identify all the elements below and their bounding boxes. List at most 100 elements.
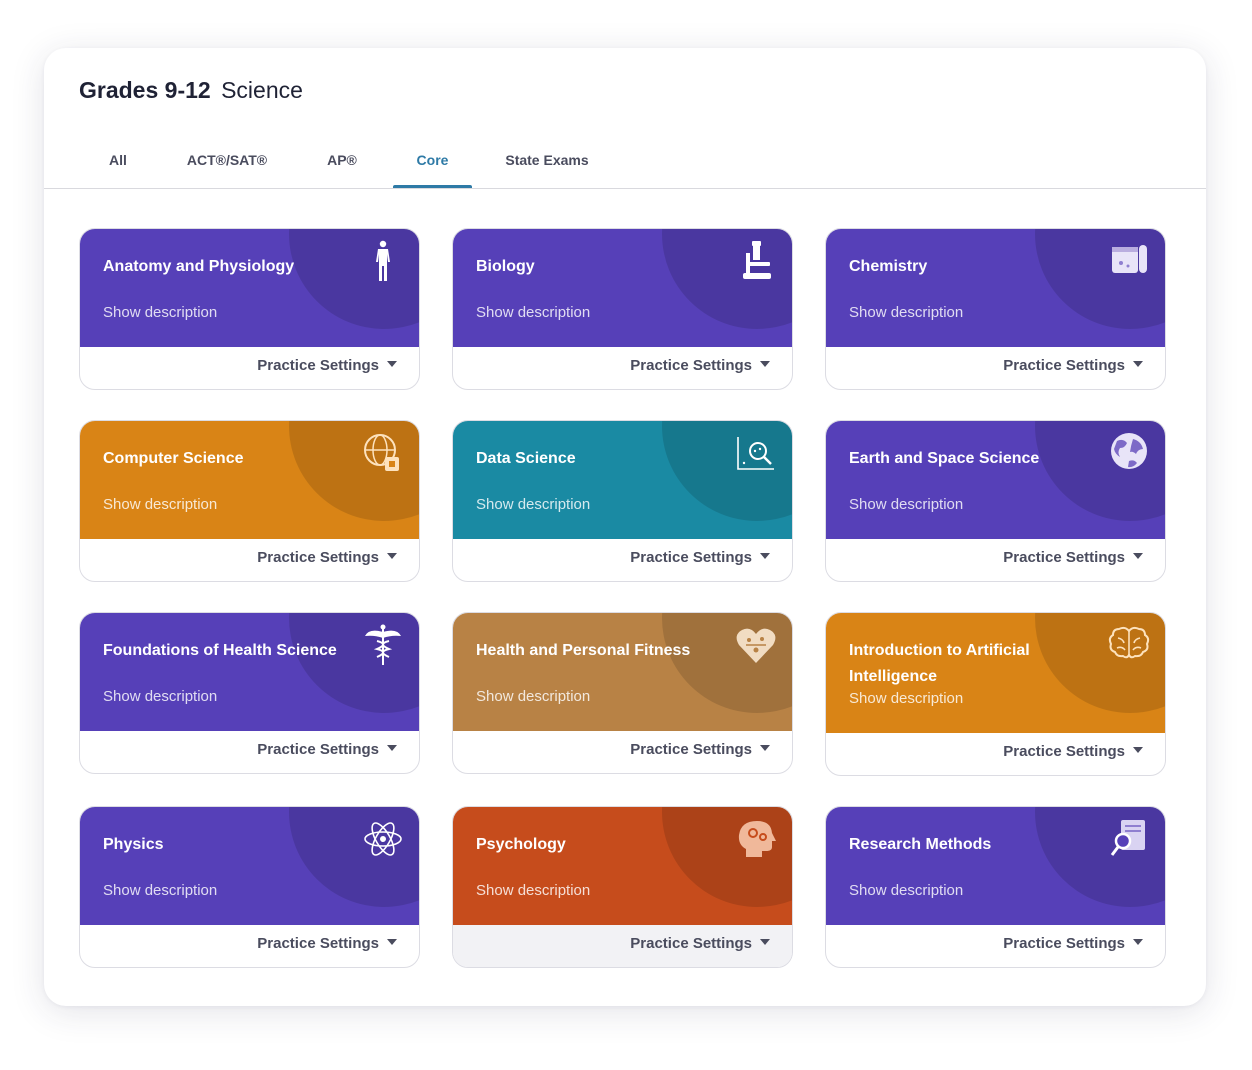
show-description-link[interactable]: Show description [849, 304, 963, 321]
course-card-health-science[interactable]: Foundations of Health Science Show descr… [79, 612, 420, 774]
practice-settings-label: Practice Settings [1003, 935, 1125, 952]
course-card-chemistry[interactable]: Chemistry Show description Practice Sett… [825, 228, 1166, 390]
card-header: Computer Science Show description [80, 421, 419, 539]
caret-down-icon [387, 553, 397, 560]
graph-magnifier-icon [737, 437, 774, 470]
practice-settings-dropdown[interactable]: Practice Settings [630, 357, 770, 374]
caret-down-icon [1133, 939, 1143, 946]
practice-settings-label: Practice Settings [630, 741, 752, 758]
show-description-link[interactable]: Show description [849, 690, 963, 707]
practice-settings-label: Practice Settings [257, 357, 379, 374]
caret-down-icon [387, 939, 397, 946]
course-card-biology[interactable]: Biology Show description Practice Settin… [452, 228, 793, 390]
practice-settings-dropdown[interactable]: Practice Settings [257, 549, 397, 566]
practice-settings-label: Practice Settings [1003, 549, 1125, 566]
caret-down-icon [760, 361, 770, 368]
show-description-link[interactable]: Show description [476, 304, 590, 321]
tab-ap[interactable]: AP® [314, 140, 370, 187]
globe-chip-icon [364, 434, 399, 471]
course-card-research-methods[interactable]: Research Methods Show description Practi… [825, 806, 1166, 968]
course-card-ai[interactable]: Introduction to Artificial Intelligence … [825, 612, 1166, 776]
card-footer: Practice Settings [453, 925, 792, 967]
head-gears-icon [738, 821, 776, 857]
practice-settings-label: Practice Settings [257, 549, 379, 566]
caduceus-icon [365, 624, 401, 665]
tab-act-sat[interactable]: ACT®/SAT® [174, 140, 280, 187]
practice-settings-dropdown[interactable]: Practice Settings [257, 935, 397, 952]
earth-icon [1111, 433, 1147, 469]
show-description-link[interactable]: Show description [103, 304, 217, 321]
card-title: Health and Personal Fitness [476, 642, 691, 659]
course-card-earth-space[interactable]: Earth and Space Science Show description… [825, 420, 1166, 582]
practice-settings-dropdown[interactable]: Practice Settings [1003, 357, 1143, 374]
practice-settings-dropdown[interactable]: Practice Settings [257, 741, 397, 758]
card-header: Earth and Space Science Show description [826, 421, 1165, 539]
course-card-computer-science[interactable]: Computer Science Show description Practi… [79, 420, 420, 582]
caret-down-icon [760, 553, 770, 560]
card-header: Foundations of Health Science Show descr… [80, 613, 419, 731]
caret-down-icon [1133, 553, 1143, 560]
card-footer: Practice Settings [80, 925, 419, 967]
practice-settings-dropdown[interactable]: Practice Settings [1003, 935, 1143, 952]
caret-down-icon [387, 361, 397, 368]
tab-state-exams[interactable]: State Exams [496, 140, 598, 187]
card-footer: Practice Settings [453, 347, 792, 389]
card-footer: Practice Settings [826, 539, 1165, 581]
practice-settings-dropdown[interactable]: Practice Settings [630, 549, 770, 566]
show-description-link[interactable]: Show description [476, 688, 590, 705]
show-description-link[interactable]: Show description [103, 496, 217, 513]
card-header: Introduction to Artificial Intelligence … [826, 613, 1165, 733]
card-footer: Practice Settings [453, 731, 792, 773]
card-header: Research Methods Show description [826, 807, 1165, 925]
course-card-health-fitness[interactable]: Health and Personal Fitness Show descrip… [452, 612, 793, 774]
show-description-link[interactable]: Show description [103, 882, 217, 899]
practice-settings-label: Practice Settings [630, 357, 752, 374]
practice-settings-dropdown[interactable]: Practice Settings [1003, 743, 1143, 760]
card-header: Data Science Show description [453, 421, 792, 539]
card-header: Chemistry Show description [826, 229, 1165, 347]
show-description-link[interactable]: Show description [849, 496, 963, 513]
practice-settings-label: Practice Settings [1003, 743, 1125, 760]
card-footer: Practice Settings [826, 925, 1165, 967]
practice-settings-dropdown[interactable]: Practice Settings [630, 741, 770, 758]
subject-panel: Grades 9-12 Science All ACT®/SAT® AP® Co… [44, 48, 1206, 1006]
practice-settings-dropdown[interactable]: Practice Settings [630, 935, 770, 952]
show-description-link[interactable]: Show description [103, 688, 217, 705]
practice-settings-label: Practice Settings [257, 741, 379, 758]
course-card-data-science[interactable]: Data Science Show description Practice S… [452, 420, 793, 582]
card-title: Physics [103, 836, 164, 853]
card-title: Chemistry [849, 258, 928, 275]
card-title: Foundations of Health Science [103, 642, 337, 659]
card-title: Earth and Space Science [849, 450, 1040, 467]
practice-settings-label: Practice Settings [630, 549, 752, 566]
course-card-physics[interactable]: Physics Show description Practice Settin… [79, 806, 420, 968]
show-description-link[interactable]: Show description [476, 496, 590, 513]
course-card-anatomy[interactable]: Anatomy and Physiology Show description … [79, 228, 420, 390]
atom-icon [364, 822, 402, 856]
card-title: Psychology [476, 836, 566, 853]
card-header: Health and Personal Fitness Show descrip… [453, 613, 792, 731]
show-description-link[interactable]: Show description [476, 882, 590, 899]
microscope-icon [743, 241, 771, 279]
caret-down-icon [387, 745, 397, 752]
subject-label: Science [221, 77, 303, 103]
card-title: Data Science [476, 450, 576, 467]
practice-settings-label: Practice Settings [1003, 357, 1125, 374]
tab-all[interactable]: All [94, 140, 142, 187]
show-description-link[interactable]: Show description [849, 882, 963, 899]
practice-settings-dropdown[interactable]: Practice Settings [1003, 549, 1143, 566]
caret-down-icon [760, 939, 770, 946]
tab-core[interactable]: Core [393, 140, 472, 188]
practice-settings-dropdown[interactable]: Practice Settings [257, 357, 397, 374]
card-header: Anatomy and Physiology Show description [80, 229, 419, 347]
course-card-psychology[interactable]: Psychology Show description Practice Set… [452, 806, 793, 968]
card-footer: Practice Settings [80, 347, 419, 389]
card-title: Computer Science [103, 450, 244, 467]
card-title: Introduction to Artificial Intelligence [849, 642, 1030, 685]
card-footer: Practice Settings [80, 731, 419, 773]
card-header: Biology Show description [453, 229, 792, 347]
card-footer: Practice Settings [826, 733, 1165, 775]
card-title: Anatomy and Physiology [103, 258, 295, 275]
card-header: Physics Show description [80, 807, 419, 925]
practice-settings-label: Practice Settings [630, 935, 752, 952]
